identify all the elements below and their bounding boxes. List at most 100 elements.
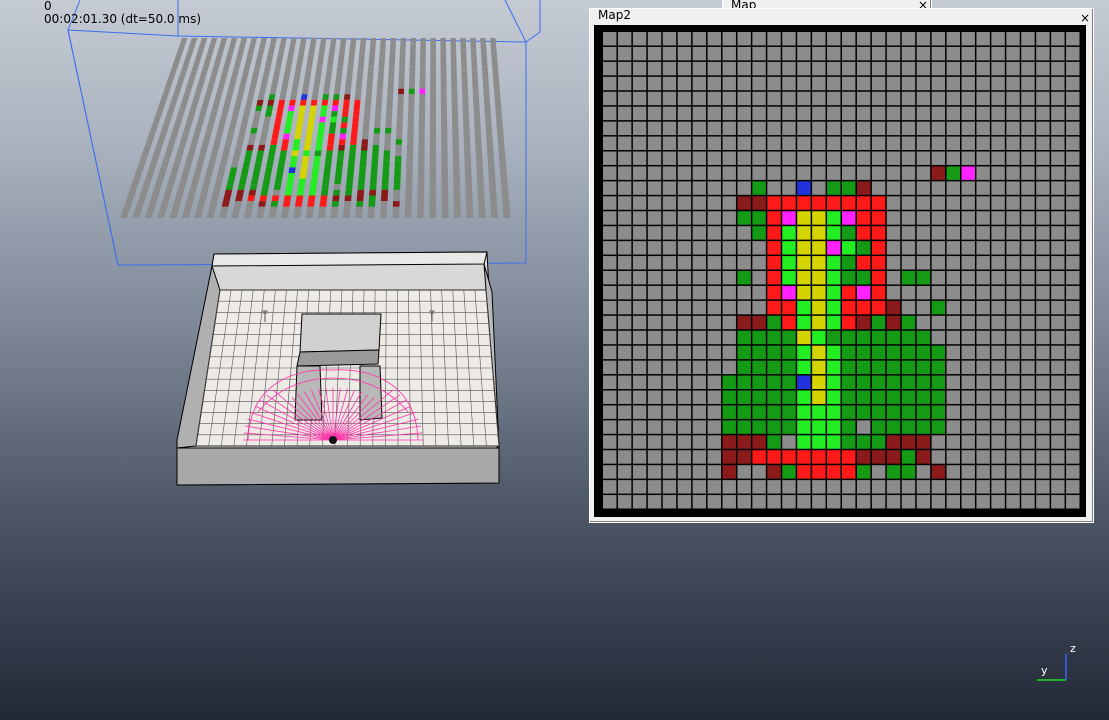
map2-cell <box>976 360 990 375</box>
map2-cell <box>767 46 781 61</box>
elevated-map-cell <box>400 38 407 44</box>
map2-cell <box>931 46 946 61</box>
elevated-map-cell <box>297 184 306 190</box>
elevated-map-cell <box>219 161 228 168</box>
map2-cell <box>767 256 781 270</box>
elevated-map-cell <box>162 195 171 202</box>
elevated-map-cell <box>334 173 342 179</box>
map2-cell <box>617 315 632 330</box>
map2-cell <box>871 285 886 300</box>
elevated-map-cell <box>174 195 183 202</box>
map2-cell <box>767 196 781 210</box>
elevated-map-cell <box>278 156 287 162</box>
map2-cell <box>946 181 960 195</box>
elevated-map-cell <box>383 150 391 157</box>
map2-cell <box>1051 315 1065 330</box>
elevated-map-cell <box>419 88 426 95</box>
map2-cell <box>1066 256 1080 270</box>
map2-cell <box>662 435 677 449</box>
elevated-map-cell <box>380 206 388 213</box>
elevated-map-cell <box>471 54 477 61</box>
map2-cell <box>692 420 707 434</box>
map2-cell <box>827 211 841 225</box>
elevated-map-cell <box>387 77 395 83</box>
elevated-map-cell <box>342 105 350 112</box>
elevated-map-cell <box>419 77 426 83</box>
elevated-map-cell <box>193 128 202 134</box>
elevated-map-cell <box>475 144 482 151</box>
elevated-map-cell <box>492 66 499 72</box>
map2-cell <box>797 241 811 255</box>
elevated-map-cell <box>277 105 285 112</box>
elevated-map-cell <box>476 173 484 179</box>
map2-cell <box>901 181 916 195</box>
map2-cell <box>603 91 617 106</box>
elevated-map-cell <box>203 133 212 140</box>
map2-cell <box>976 330 990 345</box>
map2-cell <box>782 211 796 225</box>
elevated-map-cell <box>268 94 276 100</box>
map2-cell <box>1036 420 1050 434</box>
map2-cell <box>1036 196 1050 210</box>
map2-cell <box>901 345 916 360</box>
map2-cell <box>782 285 796 300</box>
map2-cell <box>603 61 617 76</box>
map2-cell <box>767 390 781 404</box>
map2-cell <box>946 420 960 434</box>
map2-cell <box>737 375 751 389</box>
map2-cell <box>1051 435 1065 449</box>
map2-cell <box>782 121 796 136</box>
elevated-map-cell <box>157 212 166 218</box>
map2-cell <box>946 345 960 360</box>
elevated-map-cell <box>186 116 194 123</box>
map2-cell <box>722 76 736 91</box>
map2-cell <box>871 465 886 479</box>
map2-cell <box>827 390 841 404</box>
elevated-map-cell <box>167 178 176 185</box>
map2-occupancy-grid[interactable] <box>594 25 1086 517</box>
map2-window-close-button[interactable]: × <box>1080 12 1090 24</box>
map2-cell <box>677 405 692 419</box>
map2-cell <box>901 405 916 419</box>
map2-cell <box>1021 285 1035 300</box>
elevated-map-cell <box>290 156 298 162</box>
map2-window[interactable]: Map2 × <box>589 8 1094 523</box>
map2-cell <box>707 271 721 285</box>
map2-cell <box>707 256 721 270</box>
elevated-map-cell <box>363 116 371 123</box>
elevated-map-cell <box>357 66 364 72</box>
map2-cell <box>961 450 975 464</box>
map2-cell <box>812 136 826 150</box>
elevated-map-cell <box>374 122 381 128</box>
elevated-map-cell <box>241 167 250 173</box>
elevated-map-cell <box>280 88 288 95</box>
map2-cell <box>946 136 960 150</box>
map2-cell <box>677 121 692 136</box>
elevated-map-cell <box>354 94 362 100</box>
map2-cell <box>886 360 901 375</box>
map2-cell <box>632 285 647 300</box>
elevated-map-cell <box>501 189 509 196</box>
map2-cell <box>692 495 707 509</box>
map2-cell <box>797 300 811 315</box>
elevated-map-cell <box>491 54 498 61</box>
elevated-map-cell <box>406 161 413 168</box>
map2-cell <box>692 390 707 404</box>
elevated-map-cell <box>238 128 247 134</box>
elevated-map-cell <box>323 173 331 179</box>
map2-cell <box>797 480 811 494</box>
elevated-map-cell <box>497 139 505 145</box>
elevated-map-cell <box>238 43 246 50</box>
elevated-map-cell <box>219 77 227 83</box>
map2-cell <box>812 285 826 300</box>
map2-cell <box>1006 32 1020 46</box>
map2-cell <box>737 241 751 255</box>
elevated-map-cell <box>417 184 425 190</box>
elevated-map-cell <box>339 43 346 50</box>
elevated-map-cell <box>188 43 196 50</box>
robot[interactable] <box>329 436 337 444</box>
map2-cell <box>632 256 647 270</box>
elevated-map-cell <box>409 66 416 72</box>
elevated-map-cell <box>169 173 178 179</box>
map2-cell <box>722 91 736 106</box>
